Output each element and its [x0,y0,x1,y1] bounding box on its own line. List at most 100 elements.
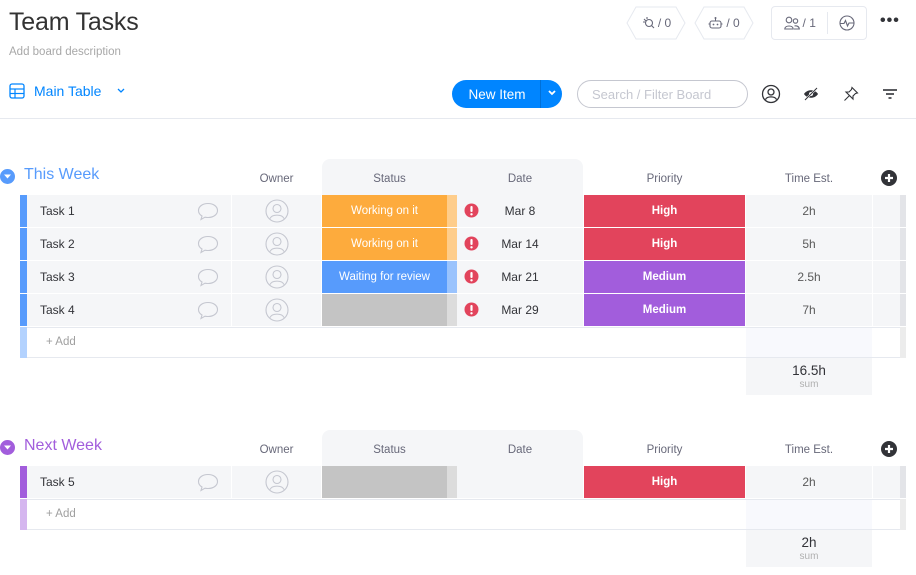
board-description[interactable]: Add board description [9,46,121,58]
item-name-cell[interactable]: Task 4 [27,294,231,326]
add-row-time-cell [746,328,872,357]
date-cell[interactable]: Mar 21 [457,261,583,293]
overdue-alert-icon [464,302,479,317]
status-cell[interactable] [322,294,447,326]
priority-cell[interactable]: High [584,466,745,498]
eye-off-icon [804,87,818,101]
time-est-cell[interactable]: 2h [746,466,872,498]
activity-pulse-icon [839,15,855,31]
status-cell[interactable]: Waiting for review [322,261,447,293]
owner-cell[interactable] [232,294,321,326]
activity-button[interactable] [828,7,866,39]
hide-columns-button[interactable] [801,84,821,104]
status-cell[interactable]: Working on it [322,195,447,227]
group-title[interactable]: This Week [24,166,99,184]
search-filter [577,80,748,108]
time-est-cell[interactable]: 7h [746,294,872,326]
time-sum-label: sum [799,551,819,562]
time-sum-label: sum [799,379,819,390]
item-name-cell[interactable]: Task 1 [27,195,231,227]
comment-bubble-icon[interactable] [197,235,219,254]
row-edge [900,499,906,530]
automations-button[interactable]: / 0 [694,6,754,40]
item-name[interactable]: Task 5 [40,475,75,489]
group-collapse-toggle[interactable] [0,169,15,184]
priority-cell[interactable]: Medium [584,294,745,326]
add-item-row[interactable]: + Add [0,327,916,358]
robot-icon [708,17,723,29]
person-avatar-icon [264,199,289,223]
automations-count: / 0 [726,16,740,30]
owner-cell[interactable] [232,228,321,260]
time-est-cell[interactable]: 2h [746,195,872,227]
time-est-cell[interactable]: 2.5h [746,261,872,293]
comment-bubble-icon[interactable] [197,268,219,287]
integrations-button[interactable]: / 0 [626,6,686,40]
item-name[interactable]: Task 3 [40,270,75,284]
owner-cell[interactable] [232,195,321,227]
table-row: Task 1 Working on it Mar 8 High 2h [0,195,916,228]
item-name[interactable]: Task 1 [40,204,75,218]
caret-down-icon [4,174,11,179]
group-title[interactable]: Next Week [24,437,102,455]
date-cell[interactable]: Mar 14 [457,228,583,260]
column-header-time-est[interactable]: Time Est. [746,159,872,195]
add-item-input[interactable]: + Add [46,508,76,520]
table-row: Task 2 Working on it Mar 14 High 5h [0,228,916,261]
group-next-week: Next Week Owner Status Date Priority Tim… [0,430,916,567]
priority-cell[interactable]: Medium [584,261,745,293]
add-column-icon[interactable] [881,441,897,457]
date-cell[interactable]: Mar 29 [457,294,583,326]
time-sum: 2h sum [746,530,872,567]
item-name-cell[interactable]: Task 5 [27,466,231,498]
add-column-icon[interactable] [881,170,897,186]
row-edge [900,466,906,498]
person-avatar-icon [264,232,289,256]
column-header-status[interactable]: Status [322,159,457,195]
filter-button[interactable] [880,84,900,104]
item-name-cell[interactable]: Task 2 [27,228,231,260]
priority-cell[interactable]: High [584,228,745,260]
comment-bubble-icon[interactable] [197,301,219,320]
date-value: Mar 14 [501,237,539,251]
person-filter-button[interactable] [761,84,781,104]
row-edge [900,195,906,227]
date-cell[interactable] [457,466,583,498]
header-divider [0,118,916,119]
status-cell[interactable]: Working on it [322,228,447,260]
more-options-button[interactable]: ••• [880,12,900,30]
pin-button[interactable] [841,84,861,104]
group-color-bar [20,466,27,498]
add-item-input[interactable]: + Add [46,336,76,348]
column-header-owner[interactable]: Owner [232,159,321,195]
owner-cell[interactable] [232,261,321,293]
column-header-time-est[interactable]: Time Est. [746,430,872,466]
owner-cell[interactable] [232,466,321,498]
new-item-dropdown[interactable] [541,89,562,100]
add-item-row[interactable]: + Add [0,499,916,530]
comment-bubble-icon[interactable] [197,202,219,221]
column-header-status[interactable]: Status [322,430,457,466]
members-icon [783,16,800,30]
status-cell-edge [447,466,457,498]
status-cell[interactable] [322,466,447,498]
group-collapse-toggle[interactable] [0,440,15,455]
column-header-date[interactable]: Date [457,430,583,466]
members-button[interactable]: / 1 [772,7,827,39]
time-est-cell[interactable]: 5h [746,228,872,260]
item-name[interactable]: Task 2 [40,237,75,251]
search-input[interactable] [592,86,733,102]
column-header-priority[interactable]: Priority [584,430,745,466]
item-name[interactable]: Task 4 [40,303,75,317]
item-name-cell[interactable]: Task 3 [27,261,231,293]
column-header-date[interactable]: Date [457,159,583,195]
board-title[interactable]: Team Tasks [9,8,139,37]
date-cell[interactable]: Mar 8 [457,195,583,227]
comment-bubble-icon[interactable] [197,473,219,492]
column-header-owner[interactable]: Owner [232,430,321,466]
person-icon [761,84,781,104]
priority-cell[interactable]: High [584,195,745,227]
column-header-priority[interactable]: Priority [584,159,745,195]
view-selector[interactable]: Main Table [9,83,126,99]
new-item-button[interactable]: New Item [452,80,562,108]
